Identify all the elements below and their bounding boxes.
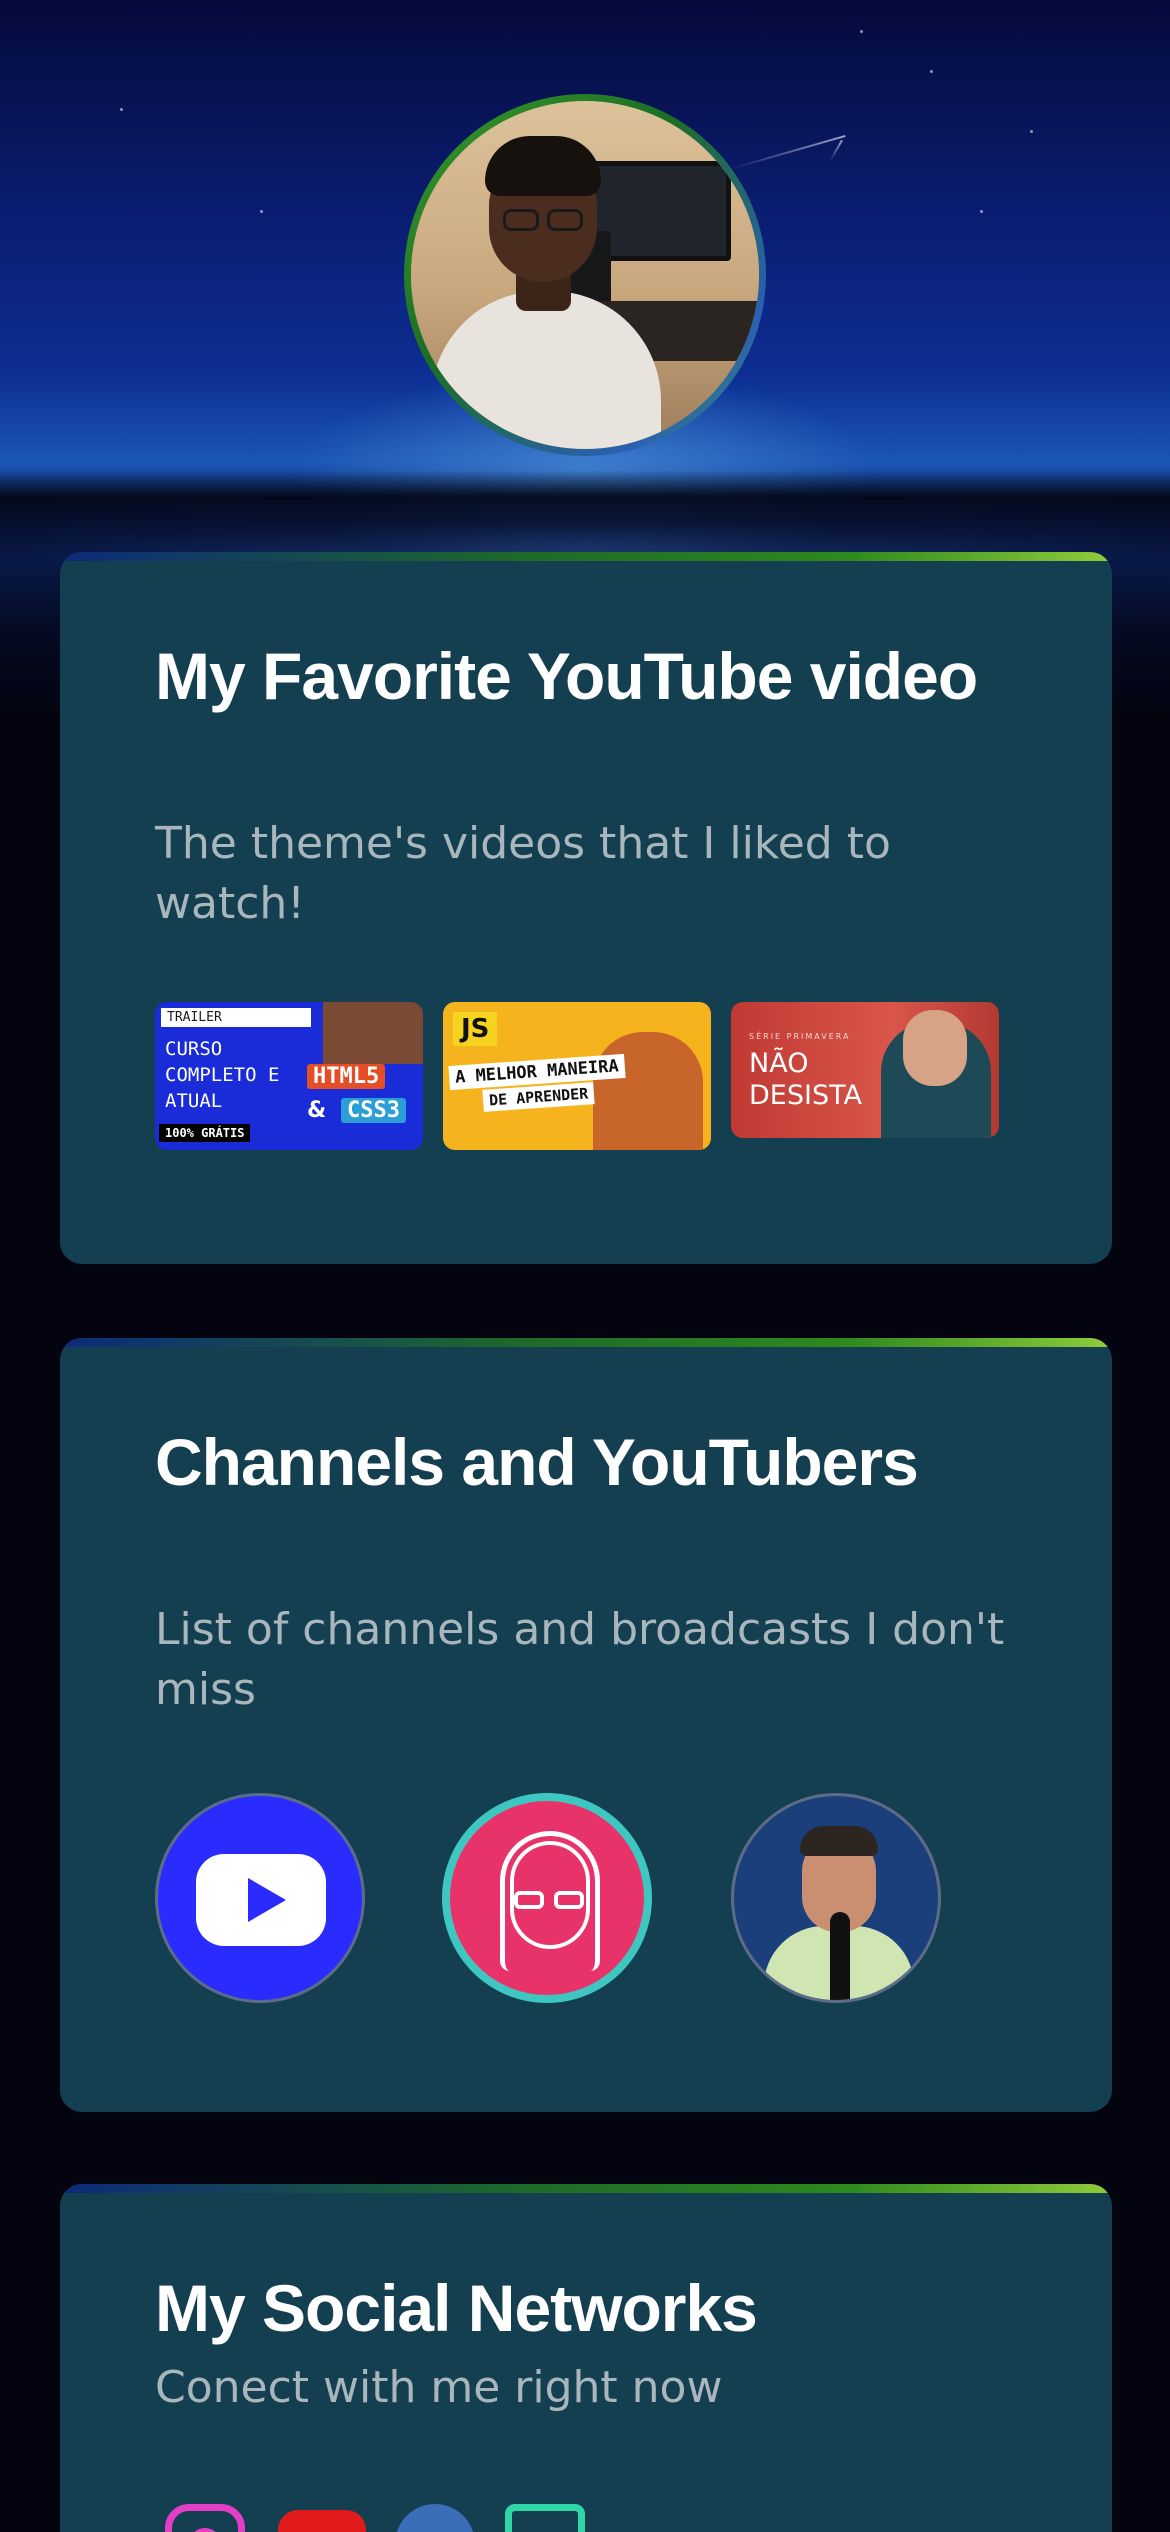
glasses-icon [514, 1891, 544, 1909]
favorite-videos-subtitle: The theme's videos that I liked to watch… [155, 818, 891, 929]
course-heading: CURSO COMPLETO E ATUAL [165, 1038, 280, 1112]
channel-avatar-play[interactable] [155, 1793, 365, 2003]
social-networks-subtitle: Conect with me right now [155, 2362, 723, 2413]
channels-title: Channels and YouTubers [155, 1425, 919, 1499]
channels-card: Channels and YouTubers List of channels … [60, 1338, 1112, 2112]
github-icon[interactable] [395, 2504, 475, 2532]
video-thumbnail-nao-desista[interactable]: SÉRIE PRIMAVERA NÃO DESISTA [731, 1002, 999, 1138]
presenter-face [903, 1010, 967, 1086]
social-icon-row [155, 2504, 1015, 2532]
instagram-icon[interactable] [165, 2504, 245, 2532]
video-thumbnail-javascript[interactable]: JS A MELHOR MANEIRA DE APRENDER [443, 1002, 711, 1150]
presenter-image [593, 1032, 703, 1150]
youtube-icon[interactable] [278, 2510, 366, 2532]
channel-list [155, 1793, 1015, 2009]
favorite-videos-card: My Favorite YouTube video The theme's vi… [60, 552, 1112, 1264]
free-badge: 100% GRÁTIS [159, 1124, 251, 1142]
html5-badge: HTML5 [307, 1064, 386, 1089]
portfolio-icon[interactable] [505, 2504, 585, 2532]
favorite-videos-title: My Favorite YouTube video [155, 639, 978, 713]
video-thumbnail-list: TRAILER CURSO COMPLETO E ATUAL HTML5 & C… [155, 1002, 1015, 1162]
js-badge: JS [453, 1012, 498, 1046]
presenter-image [323, 1002, 423, 1064]
trailer-tag: TRAILER [161, 1008, 311, 1027]
social-networks-card: My Social Networks Conect with me right … [60, 2184, 1112, 2532]
profile-photo [411, 101, 759, 449]
ampersand: & [307, 1098, 327, 1123]
channel-avatar-microphone[interactable] [731, 1793, 941, 2003]
css3-badge: CSS3 [341, 1098, 406, 1123]
channels-subtitle: List of channels and broadcasts I don't … [155, 1604, 1005, 1715]
video-thumbnail-html-css-course[interactable]: TRAILER CURSO COMPLETO E ATUAL HTML5 & C… [155, 1002, 423, 1150]
video-headline: NÃO DESISTA [749, 1048, 862, 1111]
social-networks-title: My Social Networks [155, 2271, 758, 2345]
channel-avatar-illustrated[interactable] [442, 1793, 652, 2003]
profile-avatar [404, 94, 766, 456]
series-kicker: SÉRIE PRIMAVERA [749, 1032, 851, 1041]
play-triangle-icon [248, 1878, 286, 1922]
microphone-icon [830, 1912, 850, 2000]
page: My Favorite YouTube video The theme's vi… [0, 0, 1170, 2532]
treeline [0, 470, 1170, 560]
